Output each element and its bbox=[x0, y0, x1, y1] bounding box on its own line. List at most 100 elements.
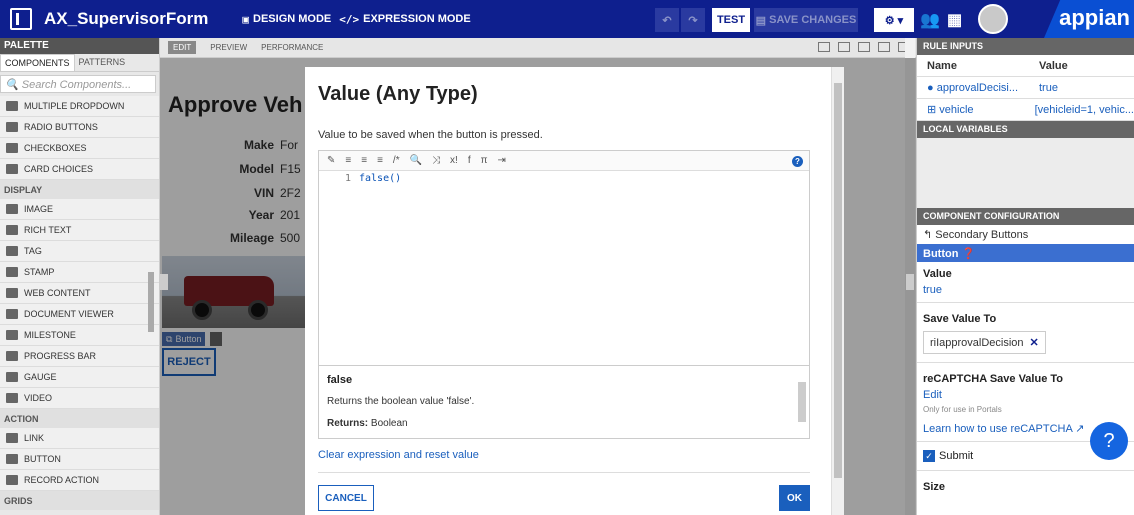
search-icon: 🔍 bbox=[5, 79, 19, 91]
help-assistant-button[interactable]: ? bbox=[1090, 422, 1128, 460]
palette-item[interactable]: RICH TEXT bbox=[0, 220, 159, 241]
ok-button[interactable]: OK bbox=[779, 485, 810, 511]
tab-performance[interactable]: PERFORMANCE bbox=[261, 43, 323, 52]
component-config-header[interactable]: COMPONENT CONFIGURATION bbox=[917, 208, 1134, 225]
undo-button[interactable]: ↶ bbox=[655, 8, 679, 32]
cancel-button[interactable]: CANCEL bbox=[318, 485, 374, 511]
error-icon[interactable]: x! bbox=[450, 155, 458, 166]
function-documentation: false Returns the boolean value 'false'.… bbox=[318, 365, 810, 439]
info-icon[interactable]: ❓ bbox=[962, 248, 976, 260]
local-variables-area bbox=[917, 138, 1134, 208]
form-icon bbox=[10, 8, 32, 30]
palette-panel: PALETTE COMPONENTS PATTERNS 🔍 Search Com… bbox=[0, 38, 160, 515]
palette-item[interactable]: LINK bbox=[0, 428, 159, 449]
record-action-icon bbox=[6, 475, 18, 485]
palette-item[interactable]: CARD CHOICES bbox=[0, 159, 159, 180]
palette-scrollbar[interactable] bbox=[148, 272, 154, 332]
pi-icon[interactable]: π bbox=[481, 155, 488, 166]
export-icon[interactable]: ⇥ bbox=[498, 155, 506, 166]
value-label: Value bbox=[923, 268, 952, 280]
tab-patterns[interactable]: PATTERNS bbox=[75, 54, 130, 71]
palette-group-display: DISPLAY bbox=[0, 180, 159, 199]
rule-input-value: [vehicleid=1, vehic... bbox=[1034, 103, 1134, 116]
list-icon[interactable]: ≡ bbox=[377, 155, 383, 166]
value-value-link[interactable]: true bbox=[917, 282, 1134, 298]
tab-edit[interactable]: EDIT bbox=[168, 41, 197, 54]
palette-item[interactable]: CHECKBOXES bbox=[0, 138, 159, 159]
outdent-icon[interactable]: ≡ bbox=[361, 155, 367, 166]
clear-expression-link[interactable]: Clear expression and reset value bbox=[318, 449, 479, 461]
design-mode-tab[interactable]: ▣ DESIGN MODE bbox=[242, 13, 331, 26]
expression-code[interactable]: false() bbox=[359, 173, 401, 187]
help-icon[interactable]: ? bbox=[792, 156, 803, 167]
avatar[interactable] bbox=[978, 4, 1008, 34]
app-grid-icon[interactable]: ▦ bbox=[947, 8, 962, 32]
redo-button[interactable]: ↷ bbox=[681, 8, 705, 32]
magic-wand-icon[interactable]: ✎ bbox=[327, 155, 335, 166]
palette-item[interactable]: DOCUMENT VIEWER bbox=[0, 304, 159, 325]
line-number: 1 bbox=[344, 173, 351, 184]
save-changes-button[interactable]: ▤ SAVE CHANGES bbox=[754, 8, 858, 32]
search-icon[interactable]: 🔍 bbox=[410, 155, 422, 166]
collapse-palette-handle[interactable] bbox=[160, 274, 168, 290]
users-icon[interactable]: 👥 bbox=[920, 8, 940, 32]
document-viewer-icon bbox=[6, 309, 18, 319]
rule-input-name: ● approvalDecisi... bbox=[927, 81, 1019, 94]
remove-icon[interactable]: ✕ bbox=[1030, 336, 1039, 349]
palette-item[interactable]: RADIO BUTTONS bbox=[0, 117, 159, 138]
breadcrumb[interactable]: ↰ Secondary Buttons bbox=[917, 225, 1134, 244]
table-row[interactable]: ● approvalDecisi... true bbox=[917, 77, 1134, 99]
palette-item[interactable]: WEB CONTENT bbox=[0, 283, 159, 304]
local-variables-header[interactable]: LOCAL VARIABLES bbox=[917, 121, 1134, 138]
save-value-chip[interactable]: riIapprovalDecision ✕ bbox=[923, 331, 1046, 354]
tab-preview[interactable]: PREVIEW bbox=[210, 43, 247, 52]
expression-mode-label: EXPRESSION MODE bbox=[363, 13, 471, 25]
palette-item[interactable]: IMAGE bbox=[0, 199, 159, 220]
function-icon[interactable]: f bbox=[468, 155, 471, 166]
tablet-icon[interactable] bbox=[878, 42, 890, 52]
palette-item[interactable]: MULTIPLE DROPDOWN bbox=[0, 96, 159, 117]
doc-returns-label: Returns: bbox=[327, 418, 369, 429]
palette-item[interactable]: GAUGE bbox=[0, 367, 159, 388]
doc-function-name: false bbox=[327, 374, 353, 386]
dialog-scrollbar[interactable] bbox=[831, 67, 844, 515]
redo-icon: ↷ bbox=[688, 14, 698, 27]
doc-scrollbar[interactable] bbox=[798, 382, 806, 422]
rule-input-name-text: approvalDecisi... bbox=[936, 81, 1019, 94]
palette-item[interactable]: RECORD ACTION bbox=[0, 470, 159, 491]
rule-inputs-header[interactable]: RULE INPUTS bbox=[917, 38, 1134, 55]
web-content-icon bbox=[6, 288, 18, 298]
doc-returns: Returns: Boolean bbox=[327, 418, 408, 429]
palette-item-label: MILESTONE bbox=[24, 330, 76, 340]
expression-mode-tab[interactable]: </> EXPRESSION MODE bbox=[339, 13, 470, 26]
desktop-icon[interactable] bbox=[838, 42, 850, 52]
layout-icon[interactable] bbox=[818, 42, 830, 52]
divider bbox=[917, 302, 1134, 303]
test-button[interactable]: TEST bbox=[712, 8, 750, 32]
design-mode-icon: ▣ bbox=[242, 12, 250, 26]
save-value-to-label: Save Value To bbox=[923, 313, 997, 325]
indent-icon[interactable]: ≡ bbox=[345, 155, 351, 166]
code-line: 1 false() bbox=[319, 173, 809, 187]
component-search-input[interactable]: 🔍 Search Components... bbox=[0, 75, 156, 93]
editor-toolbar: ✎ ≡ ≡ ≡ /* 🔍 ⤨ x! f π ⇥ ? bbox=[319, 151, 809, 171]
palette-item[interactable]: VIDEO bbox=[0, 388, 159, 409]
palette-item[interactable]: TAG bbox=[0, 241, 159, 262]
shuffle-icon[interactable]: ⤨ bbox=[432, 155, 440, 166]
tab-components[interactable]: COMPONENTS bbox=[0, 54, 75, 71]
monitor-icon[interactable] bbox=[858, 42, 870, 52]
palette-item-label: GAUGE bbox=[24, 372, 57, 382]
comment-icon[interactable]: /* bbox=[393, 155, 400, 166]
checkbox-checked-icon[interactable]: ✓ bbox=[923, 450, 935, 462]
settings-menu-button[interactable]: ⚙ ▾ bbox=[874, 8, 914, 32]
palette-item[interactable]: STAMP bbox=[0, 262, 159, 283]
app-title: AX_SupervisorForm bbox=[44, 9, 209, 28]
collapse-right-panel-handle[interactable] bbox=[906, 274, 914, 290]
external-link-icon: ↗ bbox=[1075, 423, 1085, 435]
scroll-thumb[interactable] bbox=[834, 83, 842, 478]
palette-item[interactable]: MILESTONE bbox=[0, 325, 159, 346]
palette-item[interactable]: BUTTON bbox=[0, 449, 159, 470]
palette-item[interactable]: PROGRESS BAR bbox=[0, 346, 159, 367]
recaptcha-edit-link[interactable]: Edit bbox=[917, 387, 1134, 403]
table-row[interactable]: ⊞ vehicle [vehicleid=1, vehic... bbox=[917, 99, 1134, 121]
